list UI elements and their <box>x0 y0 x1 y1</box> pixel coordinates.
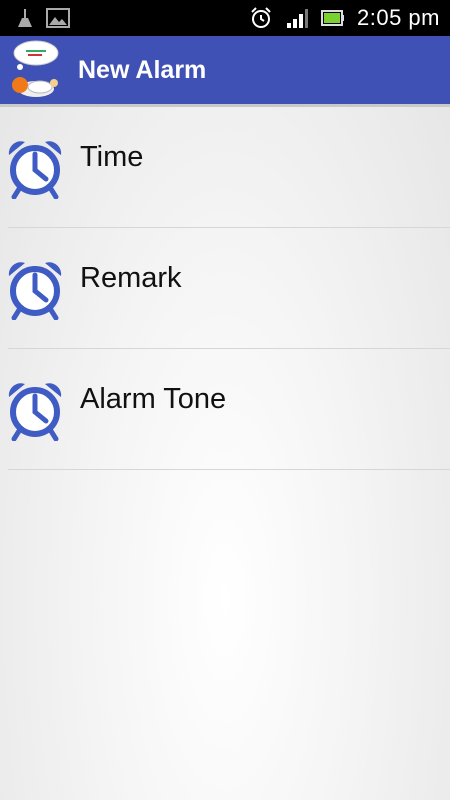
list-item-time[interactable]: Time <box>0 107 450 228</box>
alarm-clock-icon <box>8 262 62 320</box>
settings-list: Time Remark Alarm Tone <box>0 107 450 470</box>
status-time: 2:05 pm <box>357 5 440 30</box>
alarm-clock-icon <box>251 7 271 28</box>
list-item-alarm-tone[interactable]: Alarm Tone <box>0 349 450 470</box>
page-title: New Alarm <box>78 55 207 84</box>
cleaner-icon <box>18 9 32 27</box>
app-logo[interactable] <box>6 39 64 101</box>
image-icon <box>46 8 70 28</box>
list-item-remark[interactable]: Remark <box>0 228 450 349</box>
battery-icon <box>321 10 344 26</box>
list-item-label: Time <box>80 141 144 173</box>
alarm-clock-icon <box>8 383 62 441</box>
status-bar: 2:05 pm <box>0 0 450 36</box>
app-bar: New Alarm <box>0 36 450 107</box>
signal-icon <box>287 9 308 28</box>
list-item-label: Remark <box>80 262 182 294</box>
list-item-label: Alarm Tone <box>80 383 227 415</box>
alarm-clock-icon <box>8 141 62 199</box>
